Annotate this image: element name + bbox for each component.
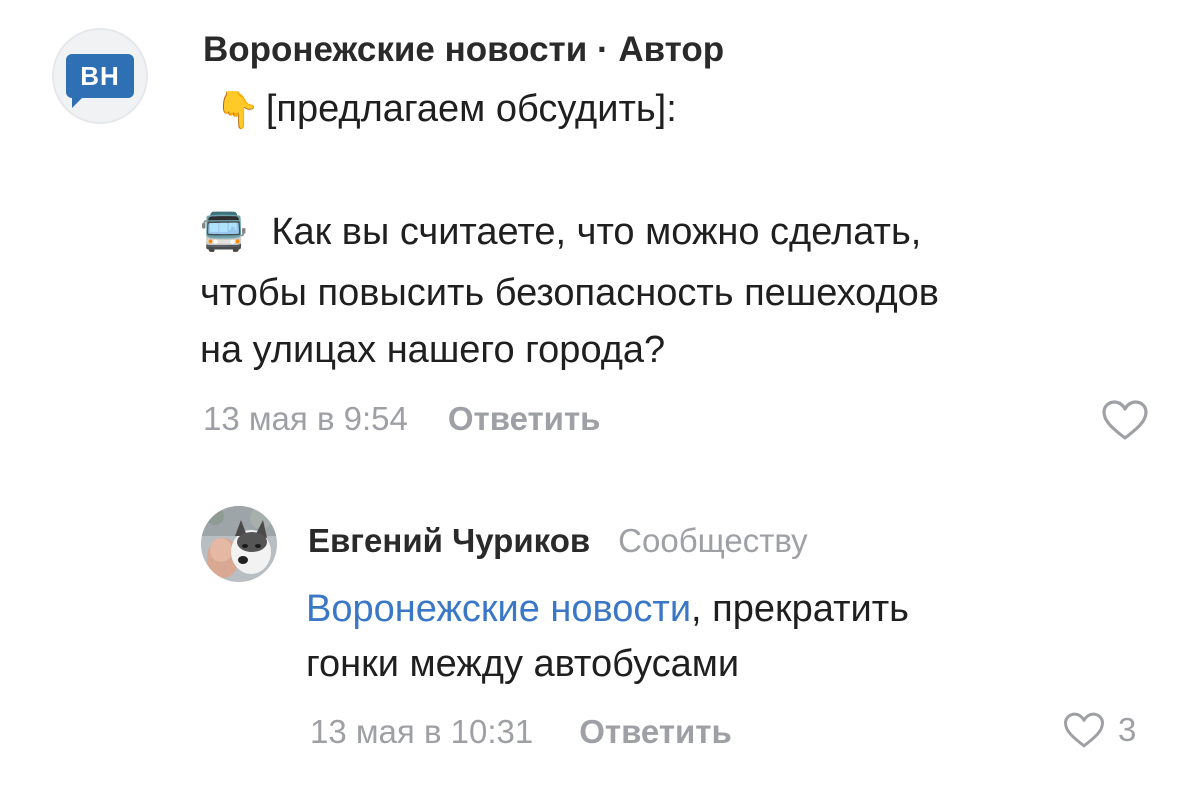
comment-date: 13 мая в 10:31 (310, 713, 534, 750)
heart-outline-icon (1102, 400, 1148, 440)
backhand-index-pointing-down-icon: 👇 (215, 88, 260, 130)
comment-header: Воронежские новости · Автор (203, 30, 724, 70)
comment-text-line: 🚍 Как вы считаете, что можно сделать, (200, 210, 921, 254)
user-avatar[interactable] (201, 506, 277, 582)
avatar-initials: ВН (80, 60, 120, 91)
mention-link[interactable]: Воронежские новости (306, 588, 691, 630)
comment-meta: 13 мая в 9:54 Ответить (203, 400, 600, 438)
like-button[interactable]: 3 (1062, 710, 1136, 750)
comment-text: [предлагаем обсудить]: (265, 88, 677, 130)
comment-text-line: Воронежские новости, прекратить (306, 588, 909, 631)
husky-photo (201, 506, 277, 582)
reply-button[interactable]: Ответить (579, 713, 732, 751)
community-logo: ВН (66, 54, 134, 108)
reply-target-label: Сообществу (618, 522, 808, 559)
author-role-badge: Автор (618, 30, 725, 69)
comment-text-line: гонки между автобусами (306, 643, 740, 685)
comments-thread: ВН Воронежские новости · Автор 👇 [предла… (0, 0, 1200, 811)
oncoming-bus-icon: 🚍 (200, 211, 248, 253)
comment-text-line: на улицах нашего города? (200, 329, 666, 371)
community-avatar[interactable]: ВН (52, 28, 148, 124)
comment-header: Евгений Чуриков Сообществу (308, 522, 808, 560)
comment-text-line: 👇 [предлагаем обсудить]: (215, 88, 677, 131)
like-button[interactable] (1100, 398, 1150, 442)
header-separator: · (596, 30, 609, 69)
like-count: 3 (1118, 711, 1137, 748)
comment-text: Как вы считаете, что можно сделать, (271, 210, 922, 253)
author-name[interactable]: Воронежские новости (203, 30, 587, 69)
reply-button[interactable]: Ответить (448, 400, 601, 438)
comment-text-line: чтобы повысить безопасность пешеходов (200, 272, 939, 314)
author-name[interactable]: Евгений Чуриков (308, 522, 590, 560)
heart-outline-icon (1064, 712, 1104, 748)
comment-meta: 13 мая в 10:31 Ответить (310, 713, 732, 751)
comment-text: , прекратить (691, 588, 909, 630)
comment-date: 13 мая в 9:54 (203, 400, 408, 437)
